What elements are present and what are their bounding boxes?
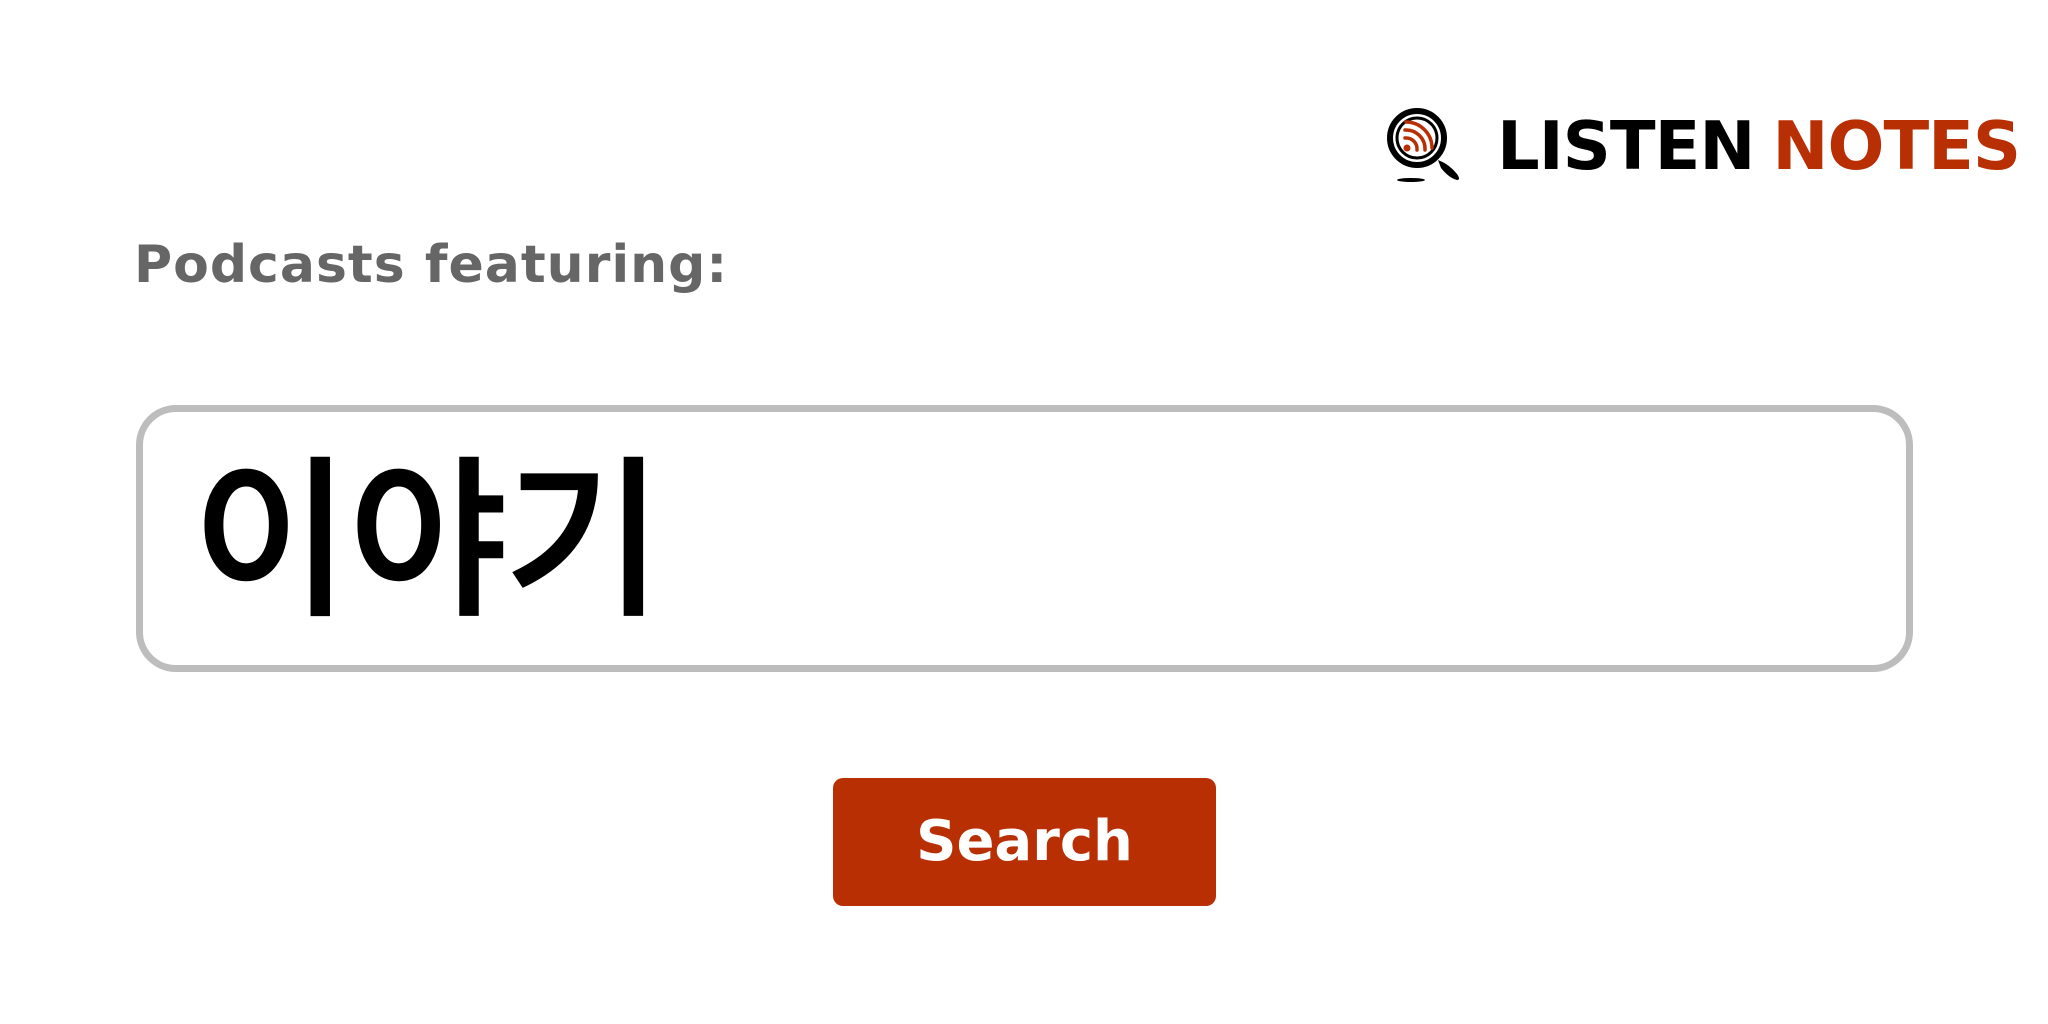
logo-word-notes: NOTES xyxy=(1772,106,2021,185)
page-heading: Podcasts featuring: xyxy=(134,235,729,295)
search-input[interactable] xyxy=(193,452,1853,632)
search-button[interactable]: Search xyxy=(833,778,1216,906)
logo-wordmark: LISTEN NOTES xyxy=(1497,112,2021,180)
search-box xyxy=(136,405,1913,672)
podcast-search-icon xyxy=(1387,108,1459,182)
listen-notes-logo[interactable]: LISTEN NOTES xyxy=(1385,106,2021,186)
logo-word-listen: LISTEN xyxy=(1497,106,1755,185)
